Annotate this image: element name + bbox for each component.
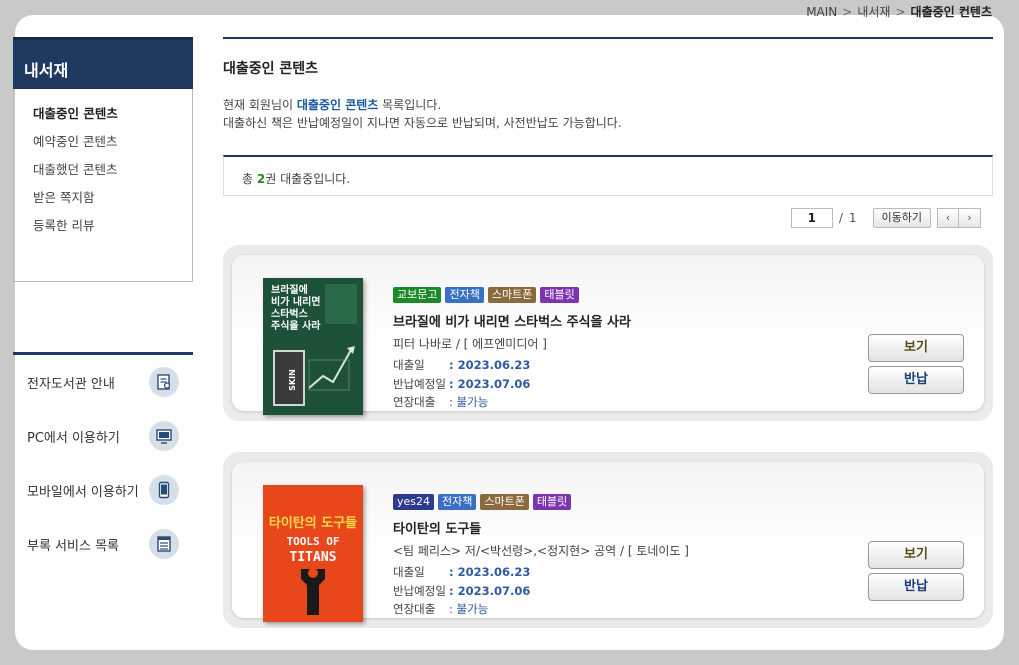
sidebar-link-label: 전자도서관 안내 — [27, 376, 115, 392]
sidebar-item-loan-history[interactable]: 대출했던 콘텐츠 — [14, 160, 192, 188]
sidebar-link-label: 모바일에서 이용하기 — [27, 484, 139, 500]
due-date-label: 반납예정일 — [393, 583, 446, 598]
cover-title-line: TITANS — [290, 550, 337, 565]
cover-title-line: 비가 내리면 — [271, 295, 320, 308]
count-number: 2 — [256, 172, 266, 186]
sidebar-link-appendix[interactable]: 부록 서비스 목록 — [13, 517, 193, 571]
sidebar-menu: 대출중인 콘텐츠 예약중인 콘텐츠 대출했던 콘텐츠 받은 쪽지함 등록한 리뷰 — [13, 89, 193, 282]
breadcrumb-separator: > — [895, 5, 906, 19]
book-actions: 보기 반납 — [868, 541, 964, 601]
book-cover[interactable]: 브라질에 비가 내리면 스타벅스 주식을 사라 SKIN — [263, 278, 363, 415]
cover-title-line: 주식을 사라 — [271, 319, 321, 332]
view-button[interactable]: 보기 — [868, 334, 964, 362]
badge-tablet: 태블릿 — [532, 494, 572, 510]
pagination: 1 / 1 이동하기 ‹ › — [790, 208, 981, 228]
sidebar-link-library-guide[interactable]: 전자도서관 안내 — [13, 355, 193, 409]
book-title[interactable]: 타이탄의 도구들 — [393, 518, 823, 537]
extension-label: 연장대출 — [393, 602, 436, 616]
book-author: 피터 나바로 / [ 에프엔미디어 ] — [393, 337, 547, 351]
badge-list: 교보문고 전자책 스마트폰 태블릿 — [393, 287, 823, 303]
return-button[interactable]: 반납 — [868, 366, 964, 394]
loan-date-label: 대출일 — [393, 565, 425, 579]
list-icon — [149, 529, 179, 559]
breadcrumb-separator: > — [842, 5, 853, 19]
book-card: 브라질에 비가 내리면 스타벅스 주식을 사라 SKIN 교보문고 전자책 스마… — [223, 245, 993, 421]
breadcrumb-home[interactable]: MAIN — [806, 5, 837, 19]
breadcrumb-current: 대출중인 컨텐츠 — [910, 5, 992, 19]
go-page-button[interactable]: 이동하기 — [872, 208, 931, 228]
breadcrumb-section[interactable]: 내서재 — [857, 5, 890, 19]
cover-title-ko: 타이탄의 도구들 — [269, 515, 357, 531]
page-total: 1 — [848, 211, 857, 225]
badge-tablet: 태블릿 — [540, 287, 579, 303]
book-meta: 대출일 : 2023.06.23 반납예정일: 2023.07.06 연장대출 : … — [393, 563, 823, 619]
cover-title-line: 스타벅스 — [271, 307, 308, 320]
book-info: yes24 전자책 스마트폰 태블릿 타이탄의 도구들 <팀 페리스> 저/<박… — [393, 494, 823, 619]
sidebar-link-mobile[interactable]: 모바일에서 이용하기 — [13, 463, 193, 517]
mobile-icon — [149, 475, 179, 505]
sidebar-item-reviews[interactable]: 등록한 리뷰 — [14, 216, 192, 244]
sidebar: 내서재 대출중인 콘텐츠 예약중인 콘텐츠 대출했던 콘텐츠 받은 쪽지함 등록… — [13, 37, 193, 282]
cover-title-line: TOOLS OF — [287, 535, 340, 548]
due-date-label: 반납예정일 — [393, 376, 446, 391]
main-content: 대출중인 콘텐츠 현재 회원님이 대출중인 콘텐츠 목록입니다. 대출하신 책은… — [223, 37, 993, 628]
count-prefix: 총 — [242, 172, 257, 186]
book-title[interactable]: 브라질에 비가 내리면 스타벅스 주식을 사라 — [393, 311, 823, 330]
sidebar-item-current-loans[interactable]: 대출중인 콘텐츠 — [14, 104, 192, 132]
badge-list: yes24 전자책 스마트폰 태블릿 — [393, 494, 823, 510]
book-actions: 보기 반납 — [868, 334, 964, 394]
cover-title-line: 브라질에 — [271, 283, 308, 296]
sidebar-item-inbox[interactable]: 받은 쪽지함 — [14, 188, 192, 216]
desc-suffix: 목록입니다. — [378, 98, 442, 112]
sidebar-link-label: PC에서 이용하기 — [27, 430, 120, 446]
book-card: 타이탄의 도구들 TOOLS OF TITANS yes24 전자책 스마트폰 … — [223, 452, 993, 628]
book-info: 교보문고 전자책 스마트폰 태블릿 브라질에 비가 내리면 스타벅스 주식을 사… — [393, 287, 823, 412]
badge-store: 교보문고 — [393, 287, 442, 303]
page-title: 대출중인 콘텐츠 — [223, 61, 319, 77]
loan-date: : 2023.06.23 — [449, 565, 531, 579]
page-separator: / — [838, 211, 843, 225]
desc-prefix: 현재 회원님이 — [223, 98, 297, 112]
page-number-input[interactable]: 1 — [790, 208, 833, 228]
return-button[interactable]: 반납 — [868, 573, 964, 601]
sidebar-title: 내서재 — [13, 37, 193, 89]
next-page-button[interactable]: › — [959, 208, 981, 228]
sidebar-item-reservations[interactable]: 예약중인 콘텐츠 — [14, 132, 192, 160]
extension-status: : 불가능 — [449, 395, 489, 409]
badge-smartphone: 스마트폰 — [480, 494, 529, 510]
count-suffix: 권 대출중입니다. — [265, 172, 351, 186]
desc-line2: 대출하신 책은 반납예정일이 지나면 자동으로 반납되며, 사전반납도 가능합니… — [223, 116, 622, 130]
loan-date-label: 대출일 — [393, 358, 425, 372]
guide-book-icon — [149, 367, 179, 397]
due-date: : 2023.07.06 — [449, 583, 531, 598]
book-meta: 대출일 : 2023.06.23 반납예정일: 2023.07.06 연장대출 : … — [393, 356, 823, 412]
loan-count-box: 총 2권 대출중입니다. — [223, 155, 993, 196]
sidebar-link-pc[interactable]: PC에서 이용하기 — [13, 409, 193, 463]
view-button[interactable]: 보기 — [868, 541, 964, 569]
due-date: : 2023.07.06 — [449, 376, 531, 391]
cover-word: SKIN — [288, 369, 297, 391]
book-author: <팀 페리스> 저/<박선령>,<정지현> 공역 / [ 토네이도 ] — [393, 544, 689, 558]
extension-label: 연장대출 — [393, 395, 436, 409]
monitor-icon — [149, 421, 179, 451]
sidebar-links: 전자도서관 안내 PC에서 이용하기 모바일에서 이용하기 부록 서비스 목록 — [13, 352, 193, 571]
book-cover[interactable]: 타이탄의 도구들 TOOLS OF TITANS — [263, 485, 363, 622]
badge-store: yes24 — [393, 494, 435, 510]
prev-page-button[interactable]: ‹ — [937, 208, 959, 228]
badge-format: 전자책 — [438, 494, 477, 510]
badge-smartphone: 스마트폰 — [487, 287, 537, 303]
sidebar-link-label: 부록 서비스 목록 — [27, 538, 119, 554]
breadcrumb: MAIN > 내서재 > 대출중인 컨텐츠 — [806, 3, 992, 20]
loan-date: : 2023.06.23 — [449, 358, 531, 372]
page-description: 현재 회원님이 대출중인 콘텐츠 목록입니다. 대출하신 책은 반납예정일이 지… — [223, 96, 993, 132]
desc-highlight: 대출중인 콘텐츠 — [296, 98, 379, 112]
extension-status: : 불가능 — [449, 602, 489, 616]
badge-format: 전자책 — [445, 287, 484, 303]
